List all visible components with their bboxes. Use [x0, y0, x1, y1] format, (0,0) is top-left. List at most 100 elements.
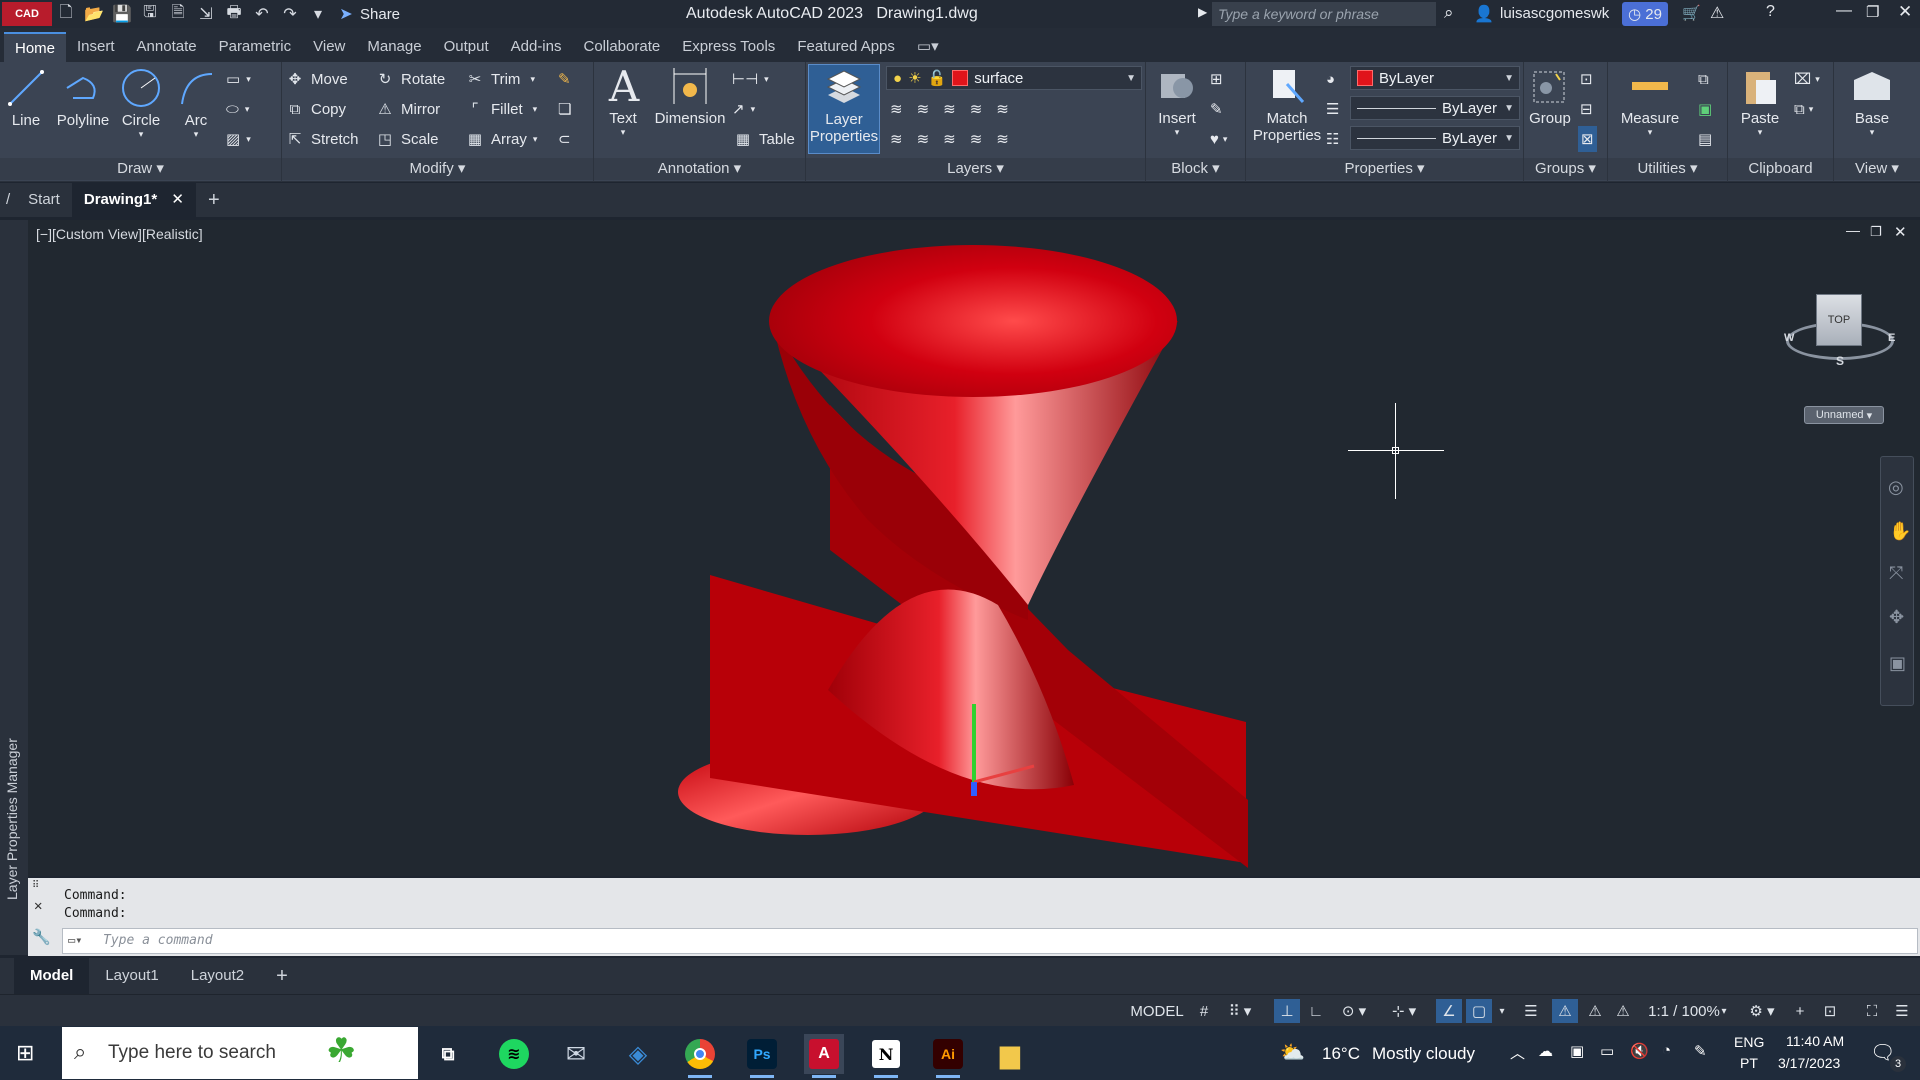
mail-icon[interactable]: ✉: [556, 1034, 596, 1074]
auto-scale-icon[interactable]: ⚠: [1582, 999, 1608, 1023]
annotation-visibility-icon[interactable]: ⚠: [1552, 999, 1578, 1023]
draw-panel-title[interactable]: Draw ▾: [0, 158, 281, 180]
new-file-icon[interactable]: 🗋: [52, 2, 80, 26]
offset-icon[interactable]: ⊂: [558, 126, 571, 152]
showmotion-icon[interactable]: ▣: [1889, 653, 1906, 674]
weather-desc[interactable]: Mostly cloudy: [1372, 1044, 1475, 1064]
customize-qat-icon[interactable]: ▾: [304, 2, 332, 26]
stretch-button[interactable]: ⇱ Stretch: [284, 126, 359, 152]
menu-icon[interactable]: /: [0, 183, 16, 217]
share-button[interactable]: Share: [360, 6, 400, 23]
save-icon[interactable]: 💾: [108, 2, 136, 26]
utilities-panel-title[interactable]: Utilities ▾: [1608, 158, 1727, 180]
tab-model[interactable]: Model: [14, 958, 90, 994]
erase-icon[interactable]: ✎: [558, 66, 571, 92]
steering-wheel-icon[interactable]: ◎: [1888, 477, 1904, 498]
volume-muted-icon[interactable]: 🔇: [1630, 1042, 1649, 1060]
modify-panel-title[interactable]: Modify ▾: [282, 158, 593, 180]
lineweight-toggle-icon[interactable]: ☰: [1518, 999, 1544, 1023]
minimize-icon[interactable]: —: [1836, 2, 1852, 20]
arc-button[interactable]: Arc ▾: [172, 66, 220, 140]
object-snap-tracking-icon[interactable]: ∠: [1436, 999, 1462, 1023]
paste-button[interactable]: Paste ▾: [1734, 64, 1786, 138]
plot-icon[interactable]: 🖶: [220, 2, 248, 26]
layer-properties-palette[interactable]: Layer Properties Manager: [0, 220, 28, 955]
add-status-icon[interactable]: +: [1788, 999, 1812, 1023]
measure-button[interactable]: Measure ▾: [1612, 64, 1688, 138]
copy-button[interactable]: ⧉ Copy: [284, 96, 346, 122]
username-menu[interactable]: luisascgomeswk: [1500, 5, 1609, 22]
tab-featured-apps[interactable]: Featured Apps: [786, 32, 906, 62]
language-line-2[interactable]: PT: [1740, 1055, 1758, 1071]
viewcube[interactable]: TOP W E S: [1780, 292, 1900, 372]
photoshop-icon[interactable]: Ps: [742, 1034, 782, 1078]
workspace-gear-icon[interactable]: ⚙ ▾: [1740, 999, 1784, 1023]
lineweight-dropdown[interactable]: ByLayer ▼: [1350, 126, 1520, 150]
search-expand-icon[interactable]: ▶: [1198, 5, 1207, 19]
match-properties-button[interactable]: Match Properties: [1250, 64, 1324, 144]
model-space-button[interactable]: MODEL: [1128, 999, 1186, 1023]
3d-surface-model[interactable]: [28, 220, 1920, 876]
tab-drawing1[interactable]: Drawing1* ✕: [71, 183, 196, 217]
tab-output[interactable]: Output: [433, 32, 500, 62]
fullscreen-icon[interactable]: ⛶: [1860, 999, 1884, 1023]
calculator-icon[interactable]: ▤: [1698, 126, 1712, 152]
layers-panel-title[interactable]: Layers ▾: [806, 158, 1145, 180]
infer-constraints-icon[interactable]: ⊥: [1274, 999, 1300, 1023]
tab-view[interactable]: View: [302, 32, 356, 62]
drawing-viewport[interactable]: [−][Custom View][Realistic] — ❐ ✕ TOP W …: [28, 220, 1920, 876]
tab-annotate[interactable]: Annotate: [126, 32, 208, 62]
search-icon[interactable]: ⌕: [1444, 3, 1454, 23]
weather-temp[interactable]: 16°C: [1322, 1044, 1360, 1064]
command-customize-icon[interactable]: 🔧: [32, 928, 51, 946]
tab-collaborate[interactable]: Collaborate: [572, 32, 671, 62]
scale-button[interactable]: ◳ Scale: [374, 126, 439, 152]
export-icon[interactable]: 🗎: [164, 2, 192, 26]
array-button[interactable]: ▦ Array ▾: [464, 126, 537, 152]
color-dropdown[interactable]: ByLayer ▼: [1350, 66, 1520, 90]
block-attributes-icon[interactable]: ♥ ▾: [1210, 126, 1227, 152]
block-panel-title[interactable]: Block ▾: [1146, 158, 1245, 180]
ucs-menu[interactable]: Unnamed ▾: [1804, 406, 1884, 424]
tab-layout1[interactable]: Layout1: [89, 958, 174, 994]
ribbon-toggle-icon[interactable]: ▭▾: [906, 32, 950, 62]
illustrator-icon[interactable]: Ai: [928, 1034, 968, 1078]
pen-icon[interactable]: ✎: [1694, 1042, 1707, 1060]
linetype-dropdown[interactable]: ByLayer ▼: [1350, 96, 1520, 120]
redo-icon[interactable]: ↷: [276, 2, 304, 26]
recent-commands-icon[interactable]: ▭▾: [68, 933, 82, 947]
help-icon[interactable]: ?: [1766, 3, 1775, 21]
compass-south[interactable]: S: [1836, 354, 1844, 368]
copy-clip-icon[interactable]: ⧉ ▾: [1794, 96, 1813, 122]
wifi-icon[interactable]: ◔: [1662, 1042, 1671, 1059]
layer-dropdown[interactable]: ● ☀ 🔓 surface ▼: [886, 66, 1142, 90]
object-snap-icon[interactable]: ▢: [1466, 999, 1492, 1023]
annotation-panel-title[interactable]: Annotation ▾: [594, 158, 805, 180]
text-button[interactable]: A Text ▾: [602, 62, 644, 138]
osnap-menu-icon[interactable]: ▾: [1494, 999, 1510, 1023]
command-grip-icon[interactable]: ⠿: [32, 880, 39, 891]
chrome-icon[interactable]: [680, 1034, 720, 1078]
restore-icon[interactable]: ❐: [1866, 3, 1879, 21]
customize-status-icon[interactable]: ☰: [1890, 999, 1914, 1023]
save-as-icon[interactable]: 🖫: [136, 2, 164, 26]
orbit-icon[interactable]: ✥: [1889, 607, 1904, 628]
autodesk-app-icon[interactable]: ⚠: [1710, 3, 1724, 23]
app-logo[interactable]: CAD: [2, 2, 52, 26]
hatch-icon[interactable]: ▨ ▾: [226, 126, 251, 152]
group-button[interactable]: Group: [1526, 64, 1574, 127]
annotation-scale-icon[interactable]: ⚠: [1610, 999, 1636, 1023]
task-view-icon[interactable]: ⧉: [428, 1034, 468, 1074]
close-tab-icon[interactable]: ✕: [171, 191, 184, 208]
publish-icon[interactable]: ⇲: [192, 2, 220, 26]
snap-icon[interactable]: ⠿ ▾: [1220, 999, 1260, 1023]
isodraft-icon[interactable]: ⊹ ▾: [1384, 999, 1424, 1023]
groups-panel-title[interactable]: Groups ▾: [1524, 158, 1607, 180]
group-selection-icon[interactable]: ⊠: [1578, 126, 1597, 152]
sketchup-icon[interactable]: ◈: [618, 1034, 658, 1074]
insert-button[interactable]: Insert ▾: [1150, 64, 1204, 138]
battery-icon[interactable]: ▭: [1600, 1042, 1614, 1060]
zoom-extents-icon[interactable]: ⤧: [1889, 563, 1903, 584]
explode-icon[interactable]: ❏: [558, 96, 571, 122]
viewcube-top-face[interactable]: TOP: [1816, 294, 1862, 346]
